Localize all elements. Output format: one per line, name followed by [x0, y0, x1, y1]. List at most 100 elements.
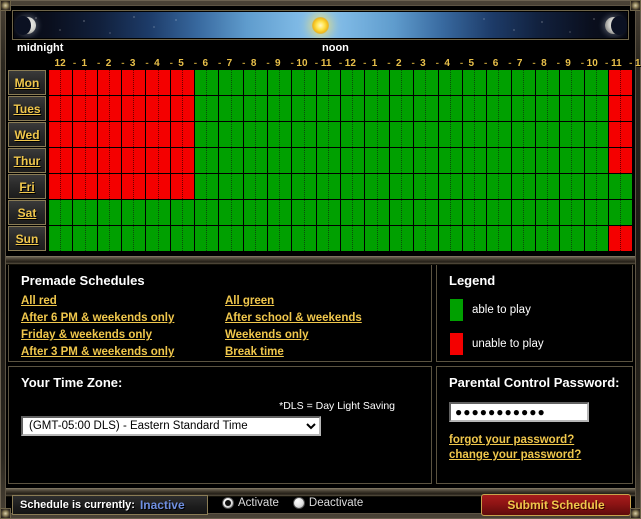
premade-link-right-1[interactable]: After school & weekends: [225, 312, 419, 324]
schedule-cell[interactable]: [511, 96, 524, 121]
schedule-cell[interactable]: [170, 200, 183, 225]
schedule-cell[interactable]: [341, 96, 354, 121]
schedule-cell[interactable]: [608, 70, 622, 95]
schedule-cell[interactable]: [596, 70, 609, 95]
schedule-cell[interactable]: [85, 200, 98, 225]
schedule-cell[interactable]: [353, 148, 366, 173]
schedule-cell[interactable]: [122, 200, 135, 225]
schedule-cell[interactable]: [73, 122, 86, 147]
timezone-select[interactable]: (GMT-05:00 DLS) - Eastern Standard Time: [21, 416, 321, 436]
schedule-cell[interactable]: [61, 174, 74, 199]
schedule-cell[interactable]: [195, 122, 208, 147]
schedule-cell[interactable]: [462, 148, 476, 173]
schedule-cell[interactable]: [255, 96, 269, 121]
schedule-cell[interactable]: [243, 148, 256, 173]
schedule-cell[interactable]: [243, 200, 256, 225]
schedule-cell[interactable]: [621, 122, 634, 147]
schedule-cell[interactable]: [134, 200, 147, 225]
schedule-cell[interactable]: [97, 148, 110, 173]
premade-link-left-0[interactable]: All red: [21, 295, 215, 307]
schedule-cell[interactable]: [487, 174, 500, 199]
schedule-cell[interactable]: [255, 226, 269, 251]
schedule-cell[interactable]: [341, 226, 354, 251]
schedule-cell[interactable]: [146, 174, 159, 199]
schedule-cell[interactable]: [85, 70, 98, 95]
schedule-cell[interactable]: [438, 122, 451, 147]
schedule-cell[interactable]: [231, 174, 244, 199]
schedule-cell[interactable]: [255, 174, 269, 199]
schedule-cell[interactable]: [146, 200, 159, 225]
schedule-cell[interactable]: [511, 148, 524, 173]
radio-activate-dot[interactable]: [222, 497, 234, 509]
schedule-cell[interactable]: [255, 148, 269, 173]
schedule-cell[interactable]: [219, 174, 232, 199]
schedule-cell[interactable]: [621, 70, 634, 95]
schedule-cell[interactable]: [414, 148, 427, 173]
schedule-cell[interactable]: [426, 174, 439, 199]
premade-link-left-1[interactable]: After 6 PM & weekends only: [21, 312, 215, 324]
schedule-cell[interactable]: [146, 226, 159, 251]
schedule-cell[interactable]: [61, 70, 74, 95]
schedule-cell[interactable]: [596, 96, 609, 121]
schedule-cell[interactable]: [134, 122, 147, 147]
schedule-cell[interactable]: [560, 174, 573, 199]
schedule-cell[interactable]: [304, 226, 317, 251]
schedule-cell[interactable]: [475, 96, 488, 121]
schedule-cell[interactable]: [292, 70, 305, 95]
schedule-cell[interactable]: [475, 200, 488, 225]
schedule-cell[interactable]: [560, 148, 573, 173]
schedule-cell[interactable]: [195, 96, 208, 121]
schedule-cell[interactable]: [596, 174, 609, 199]
schedule-cell[interactable]: [511, 226, 524, 251]
schedule-cell[interactable]: [219, 226, 232, 251]
schedule-cell[interactable]: [170, 174, 183, 199]
schedule-cell[interactable]: [122, 174, 135, 199]
forgot-password-link[interactable]: forgot your password?: [449, 434, 620, 446]
schedule-cell[interactable]: [621, 226, 634, 251]
schedule-cell[interactable]: [365, 70, 378, 95]
schedule-cell[interactable]: [85, 148, 98, 173]
schedule-cell[interactable]: [61, 122, 74, 147]
schedule-cell[interactable]: [49, 174, 62, 199]
schedule-cell[interactable]: [292, 174, 305, 199]
schedule-cell[interactable]: [426, 200, 439, 225]
schedule-cell[interactable]: [401, 174, 415, 199]
schedule-cell[interactable]: [97, 200, 110, 225]
schedule-cell[interactable]: [158, 226, 171, 251]
schedule-cell[interactable]: [450, 200, 463, 225]
schedule-cell[interactable]: [365, 226, 378, 251]
schedule-cell[interactable]: [414, 226, 427, 251]
schedule-cell[interactable]: [560, 70, 573, 95]
schedule-cell[interactable]: [207, 174, 220, 199]
schedule-cell[interactable]: [182, 122, 196, 147]
schedule-cell[interactable]: [341, 148, 354, 173]
schedule-cell[interactable]: [353, 174, 366, 199]
schedule-cell[interactable]: [109, 70, 123, 95]
schedule-cell[interactable]: [255, 70, 269, 95]
premade-link-right-0[interactable]: All green: [225, 295, 419, 307]
schedule-cell[interactable]: [389, 96, 402, 121]
schedule-cell[interactable]: [280, 174, 293, 199]
premade-link-left-3[interactable]: After 3 PM & weekends only: [21, 346, 215, 358]
schedule-cell[interactable]: [85, 122, 98, 147]
schedule-cell[interactable]: [572, 96, 585, 121]
schedule-cell[interactable]: [426, 226, 439, 251]
schedule-cell[interactable]: [268, 226, 281, 251]
schedule-cell[interactable]: [195, 200, 208, 225]
schedule-cell[interactable]: [572, 226, 585, 251]
schedule-cell[interactable]: [560, 200, 573, 225]
schedule-cell[interactable]: [511, 200, 524, 225]
schedule-cell[interactable]: [146, 148, 159, 173]
schedule-cell[interactable]: [122, 148, 135, 173]
schedule-cell[interactable]: [535, 70, 549, 95]
schedule-cell[interactable]: [170, 226, 183, 251]
schedule-cell[interactable]: [377, 70, 390, 95]
schedule-cell[interactable]: [243, 70, 256, 95]
schedule-cell[interactable]: [511, 70, 524, 95]
day-label-mon[interactable]: Mon: [8, 70, 46, 95]
schedule-cell[interactable]: [195, 70, 208, 95]
schedule-cell[interactable]: [292, 96, 305, 121]
schedule-cell[interactable]: [572, 70, 585, 95]
schedule-cell[interactable]: [450, 226, 463, 251]
schedule-cell[interactable]: [158, 200, 171, 225]
